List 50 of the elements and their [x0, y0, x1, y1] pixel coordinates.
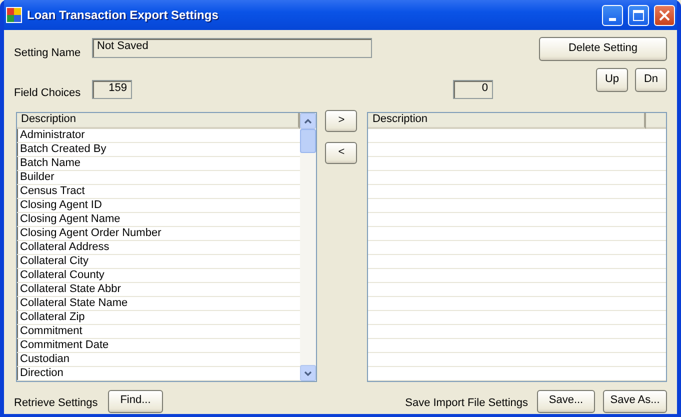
list-item[interactable]: Collateral City	[17, 255, 300, 269]
scroll-down-button[interactable]	[300, 365, 316, 381]
add-field-button[interactable]: >	[325, 110, 358, 132]
scroll-up-button[interactable]	[300, 113, 316, 129]
list-item[interactable]: Collateral Zip	[17, 311, 300, 325]
maximize-button[interactable]	[628, 4, 649, 26]
list-item[interactable]: Census Tract	[17, 185, 300, 199]
setting-name-label: Setting Name	[13, 47, 82, 60]
remove-field-button[interactable]: <	[325, 142, 358, 164]
list-item[interactable]: Closing Agent Name	[17, 213, 300, 227]
save-settings-label: Save Import File Settings	[405, 397, 528, 411]
setting-name-field[interactable]: Not Saved	[92, 38, 372, 58]
scroll-thumb[interactable]	[300, 129, 316, 153]
minimize-icon	[609, 18, 616, 20]
list-item[interactable]: Commitment Date	[17, 339, 300, 353]
save-as-button[interactable]: Save As...	[603, 390, 667, 412]
maximize-icon	[633, 10, 644, 20]
field-choices-label: Field Choices	[13, 87, 82, 100]
move-up-button[interactable]: Up	[596, 68, 628, 92]
list-item[interactable]: Collateral County	[17, 269, 300, 283]
list-item[interactable]: Builder	[17, 171, 300, 185]
header-filler	[646, 113, 666, 129]
find-button[interactable]: Find...	[108, 390, 163, 412]
list-item[interactable]: Custodian	[17, 353, 300, 367]
count-field: 159	[92, 80, 132, 99]
save-button[interactable]: Save...	[537, 390, 595, 412]
column-header[interactable]: Description	[368, 113, 646, 129]
column-header[interactable]: Description	[17, 113, 300, 129]
window-title: Loan Transaction Export Settings	[27, 8, 220, 22]
retrieve-settings-label: Retrieve Settings	[13, 397, 99, 411]
minimize-button[interactable]	[602, 4, 623, 26]
close-icon	[659, 10, 670, 20]
list-item[interactable]: Commitment	[17, 325, 300, 339]
list-item[interactable]: Collateral Address	[17, 241, 300, 255]
chevron-up-icon	[304, 118, 312, 124]
close-button[interactable]	[654, 4, 675, 26]
list-item[interactable]: Closing Agent Order Number	[17, 227, 300, 241]
delete-setting-button[interactable]: Delete Setting	[539, 37, 667, 61]
chevron-down-icon	[304, 370, 312, 376]
app-icon	[6, 7, 22, 23]
scrollbar[interactable]	[300, 113, 316, 381]
list-item[interactable]: Collateral State Name	[17, 297, 300, 311]
list-item[interactable]: Collateral State Abbr	[17, 283, 300, 297]
list-item[interactable]: Batch Name	[17, 157, 300, 171]
list-item[interactable]: Batch Created By	[17, 143, 300, 157]
list-item[interactable]: Closing Agent ID	[17, 199, 300, 213]
list-item[interactable]: Direction	[17, 367, 300, 381]
list-item[interactable]: Administrator	[17, 129, 300, 143]
move-down-button[interactable]: Dn	[635, 68, 667, 92]
count-field: 0	[453, 80, 493, 99]
